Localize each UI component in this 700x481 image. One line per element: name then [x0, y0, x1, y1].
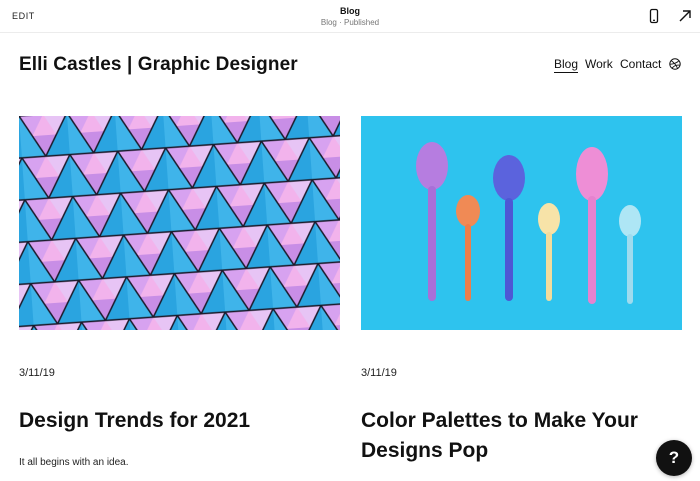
open-external-icon[interactable]	[677, 8, 693, 24]
post-title[interactable]: Design Trends for 2021	[19, 406, 339, 436]
page-title-block: Blog Blog · Published	[0, 6, 700, 28]
help-button[interactable]: ?	[656, 440, 692, 476]
post-excerpt: It all begins with an idea.	[19, 457, 129, 468]
editor-top-bar: EDIT Blog Blog · Published	[0, 0, 700, 33]
nav-link-work[interactable]: Work	[585, 57, 613, 71]
page-status: Blog · Published	[320, 18, 380, 27]
site-title[interactable]: Elli Castles | Graphic Designer	[19, 54, 298, 76]
nav-link-blog[interactable]: Blog	[554, 57, 579, 73]
post-title[interactable]: Color Palettes to Make Your Designs Pop	[361, 406, 661, 466]
post-image-geometric-pattern[interactable]	[19, 116, 340, 330]
post-date: 3/11/19	[361, 367, 397, 379]
post-date: 3/11/19	[19, 367, 55, 379]
dribbble-icon[interactable]	[669, 57, 681, 70]
nav-link-contact[interactable]: Contact	[620, 57, 661, 71]
post-image-colorful-spoons[interactable]	[361, 116, 682, 330]
mobile-preview-icon[interactable]	[646, 8, 662, 24]
page-title: Blog	[340, 6, 360, 16]
